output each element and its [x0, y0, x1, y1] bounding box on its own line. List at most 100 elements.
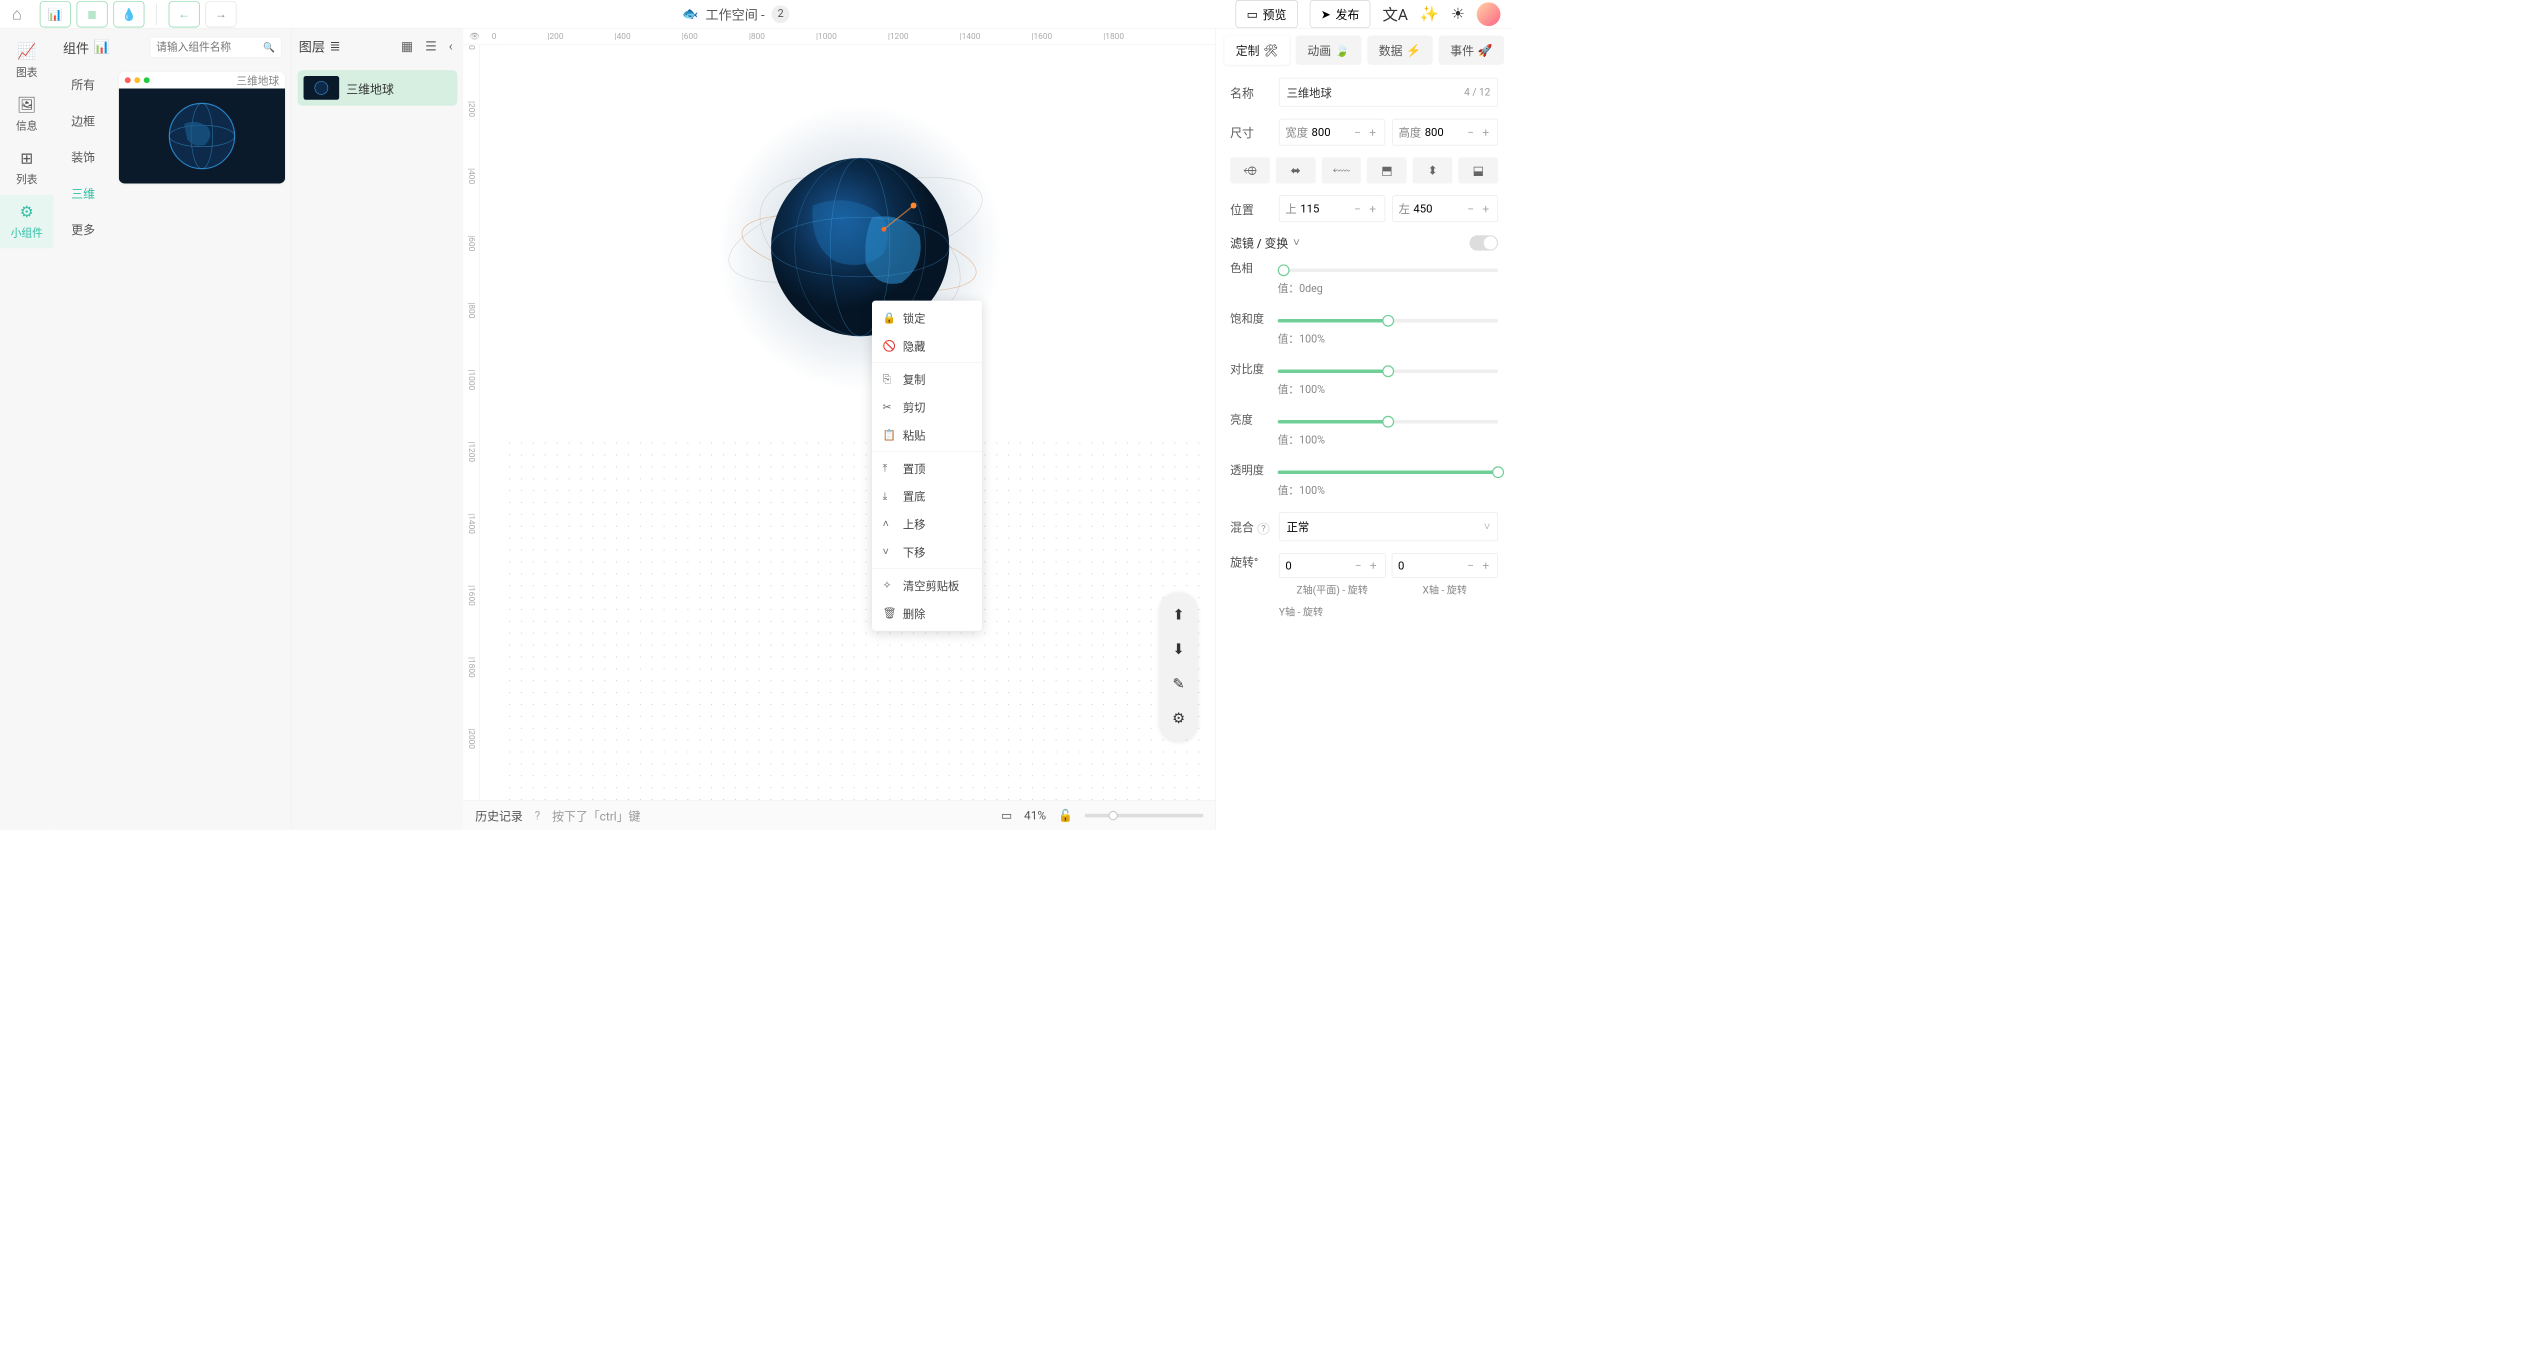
preview-button[interactable]: ▭ 预览	[1235, 0, 1297, 28]
minus-icon[interactable]: −	[1465, 125, 1477, 139]
search-input[interactable]	[156, 41, 263, 53]
edit-icon[interactable]: ✎	[1167, 672, 1191, 696]
contrast-slider[interactable]	[1278, 369, 1498, 373]
minus-icon[interactable]: −	[1352, 202, 1364, 216]
eye-icon[interactable]: 👁	[469, 32, 480, 42]
sidebar-item-widget[interactable]: ⚙ 小组件	[0, 195, 53, 248]
align-bottom-button[interactable]: ⬓	[1458, 157, 1498, 183]
magic-icon[interactable]: ✨	[1420, 5, 1439, 23]
name-input[interactable]: 三维地球 4 / 12	[1279, 78, 1498, 107]
tab-custom[interactable]: 定制🛠	[1224, 36, 1289, 65]
category-all[interactable]: 所有	[53, 66, 112, 102]
layers-icon-button[interactable]: ≣	[77, 1, 108, 27]
theme-icon[interactable]: ☀	[1451, 5, 1465, 23]
settings-icon[interactable]: ⚙	[1167, 706, 1191, 730]
width-input[interactable]: 宽度800 −+	[1279, 119, 1385, 146]
ctx-lock[interactable]: 🔒锁定	[872, 304, 982, 332]
forward-button[interactable]: →	[205, 1, 236, 27]
plus-icon[interactable]: +	[1367, 558, 1378, 572]
bolt-icon: ⚡	[1406, 43, 1421, 57]
list-view-icon[interactable]: ☰	[422, 39, 441, 54]
plus-icon[interactable]: +	[1367, 125, 1378, 139]
ctx-cut[interactable]: ✂剪切	[872, 393, 982, 421]
component-card[interactable]: 三维地球	[119, 72, 285, 184]
minus-icon[interactable]: −	[1352, 125, 1364, 139]
stack-icon: ≣	[330, 39, 341, 54]
category-decoration[interactable]: 装饰	[53, 138, 112, 174]
rotate-z-input[interactable]: 0 −+	[1279, 553, 1386, 578]
back-button[interactable]: ←	[169, 1, 200, 27]
sidebar-item-list[interactable]: ⊞ 列表	[0, 141, 53, 194]
filter-toggle[interactable]	[1470, 235, 1499, 250]
align-top-button[interactable]: ⬒	[1367, 157, 1407, 183]
plus-icon[interactable]: +	[1367, 202, 1378, 216]
lock-icon: 🔒	[883, 312, 895, 324]
ctx-top[interactable]: ⤒置顶	[872, 454, 982, 482]
tab-animation[interactable]: 动画🍃	[1296, 36, 1361, 65]
category-3d[interactable]: 三维	[53, 175, 112, 211]
filter-section-title[interactable]: 滤镜 / 变换	[1230, 234, 1288, 251]
minus-icon[interactable]: −	[1352, 558, 1364, 572]
chart-icon-button[interactable]: 📊	[40, 1, 71, 27]
upload-icon[interactable]: ⬆	[1167, 603, 1191, 627]
lock-zoom-icon[interactable]: 🔓	[1058, 808, 1073, 822]
saturation-slider[interactable]	[1278, 319, 1498, 323]
search-icon[interactable]: 🔍	[263, 42, 275, 53]
collapse-icon[interactable]: ‹	[445, 39, 456, 54]
ctx-copy[interactable]: ⎘复制	[872, 365, 982, 393]
info-icon: 🖼	[17, 96, 37, 114]
ctx-hide[interactable]: 🚫隐藏	[872, 332, 982, 360]
ctx-bottom[interactable]: ⤓置底	[872, 482, 982, 510]
grid-view-icon[interactable]: ▦	[397, 39, 416, 54]
download-icon[interactable]: ⬇	[1167, 638, 1191, 662]
category-more[interactable]: 更多	[53, 211, 112, 247]
tab-event[interactable]: 事件🚀	[1439, 36, 1504, 65]
height-input[interactable]: 高度800 −+	[1392, 119, 1498, 146]
avatar[interactable]	[1477, 2, 1501, 26]
ctx-down[interactable]: ˅下移	[872, 538, 982, 566]
sidebar-label: 小组件	[11, 225, 43, 240]
ctx-paste[interactable]: 📋粘贴	[872, 421, 982, 449]
publish-button[interactable]: ➤ 发布	[1310, 0, 1371, 28]
hue-value: 值：0deg	[1278, 280, 1498, 295]
align-left-button[interactable]: ⬲	[1230, 157, 1270, 183]
aspect-icon[interactable]: ▭	[1001, 808, 1012, 822]
opacity-slider[interactable]	[1278, 470, 1498, 474]
align-center-h-button[interactable]: ⬌	[1276, 157, 1316, 183]
brightness-slider[interactable]	[1278, 420, 1498, 424]
align-center-v-button[interactable]: ⬍	[1413, 157, 1453, 183]
minus-icon[interactable]: −	[1465, 202, 1477, 216]
rotate-y-sub: Y轴 - 旋转	[1279, 604, 1498, 619]
align-right-button[interactable]: ⬳	[1321, 157, 1361, 183]
canvas[interactable]: 🔒锁定 🚫隐藏 ⎘复制 ✂剪切 📋粘贴 ⤒置顶 ⤓置底 ˄上移 ˅下移 ✧清空剪…	[480, 45, 1215, 800]
home-icon[interactable]: ⌂	[12, 4, 22, 24]
rocket-icon: 🚀	[1478, 43, 1493, 57]
droplet-icon-button[interactable]: 💧	[113, 1, 144, 27]
translate-icon[interactable]: 文A	[1382, 3, 1408, 25]
ctx-clear-clipboard[interactable]: ✧清空剪贴板	[872, 571, 982, 599]
minus-icon[interactable]: −	[1465, 558, 1477, 572]
left-input[interactable]: 左450 −+	[1392, 195, 1498, 222]
plus-icon[interactable]: +	[1480, 202, 1491, 216]
ctx-delete[interactable]: 🗑删除	[872, 599, 982, 627]
tab-data[interactable]: 数据⚡	[1367, 36, 1432, 65]
sidebar-item-info[interactable]: 🖼 信息	[0, 88, 53, 141]
help-icon[interactable]: ?	[1257, 522, 1269, 534]
top-input[interactable]: 上115 −+	[1279, 195, 1385, 222]
zoom-slider[interactable]	[1085, 814, 1204, 818]
blend-select[interactable]: 正常 ˅	[1279, 512, 1498, 541]
chevron-down-icon[interactable]: ˅	[1293, 235, 1300, 250]
search-box[interactable]: 🔍	[150, 37, 282, 58]
clipboard-clear-icon: ✧	[883, 579, 895, 591]
hint-text: 按下了「ctrl」键	[552, 807, 640, 824]
hue-slider[interactable]	[1278, 268, 1498, 272]
ctx-up[interactable]: ˄上移	[872, 510, 982, 538]
history-label[interactable]: 历史记录	[475, 807, 523, 824]
plus-icon[interactable]: +	[1480, 125, 1491, 139]
plus-icon[interactable]: +	[1480, 558, 1491, 572]
sidebar-item-chart[interactable]: 📈 图表	[0, 34, 53, 87]
category-border[interactable]: 边框	[53, 102, 112, 138]
help-icon[interactable]: ?	[535, 808, 541, 822]
rotate-x-input[interactable]: 0 −+	[1391, 553, 1498, 578]
layer-item[interactable]: 三维地球	[298, 70, 458, 106]
